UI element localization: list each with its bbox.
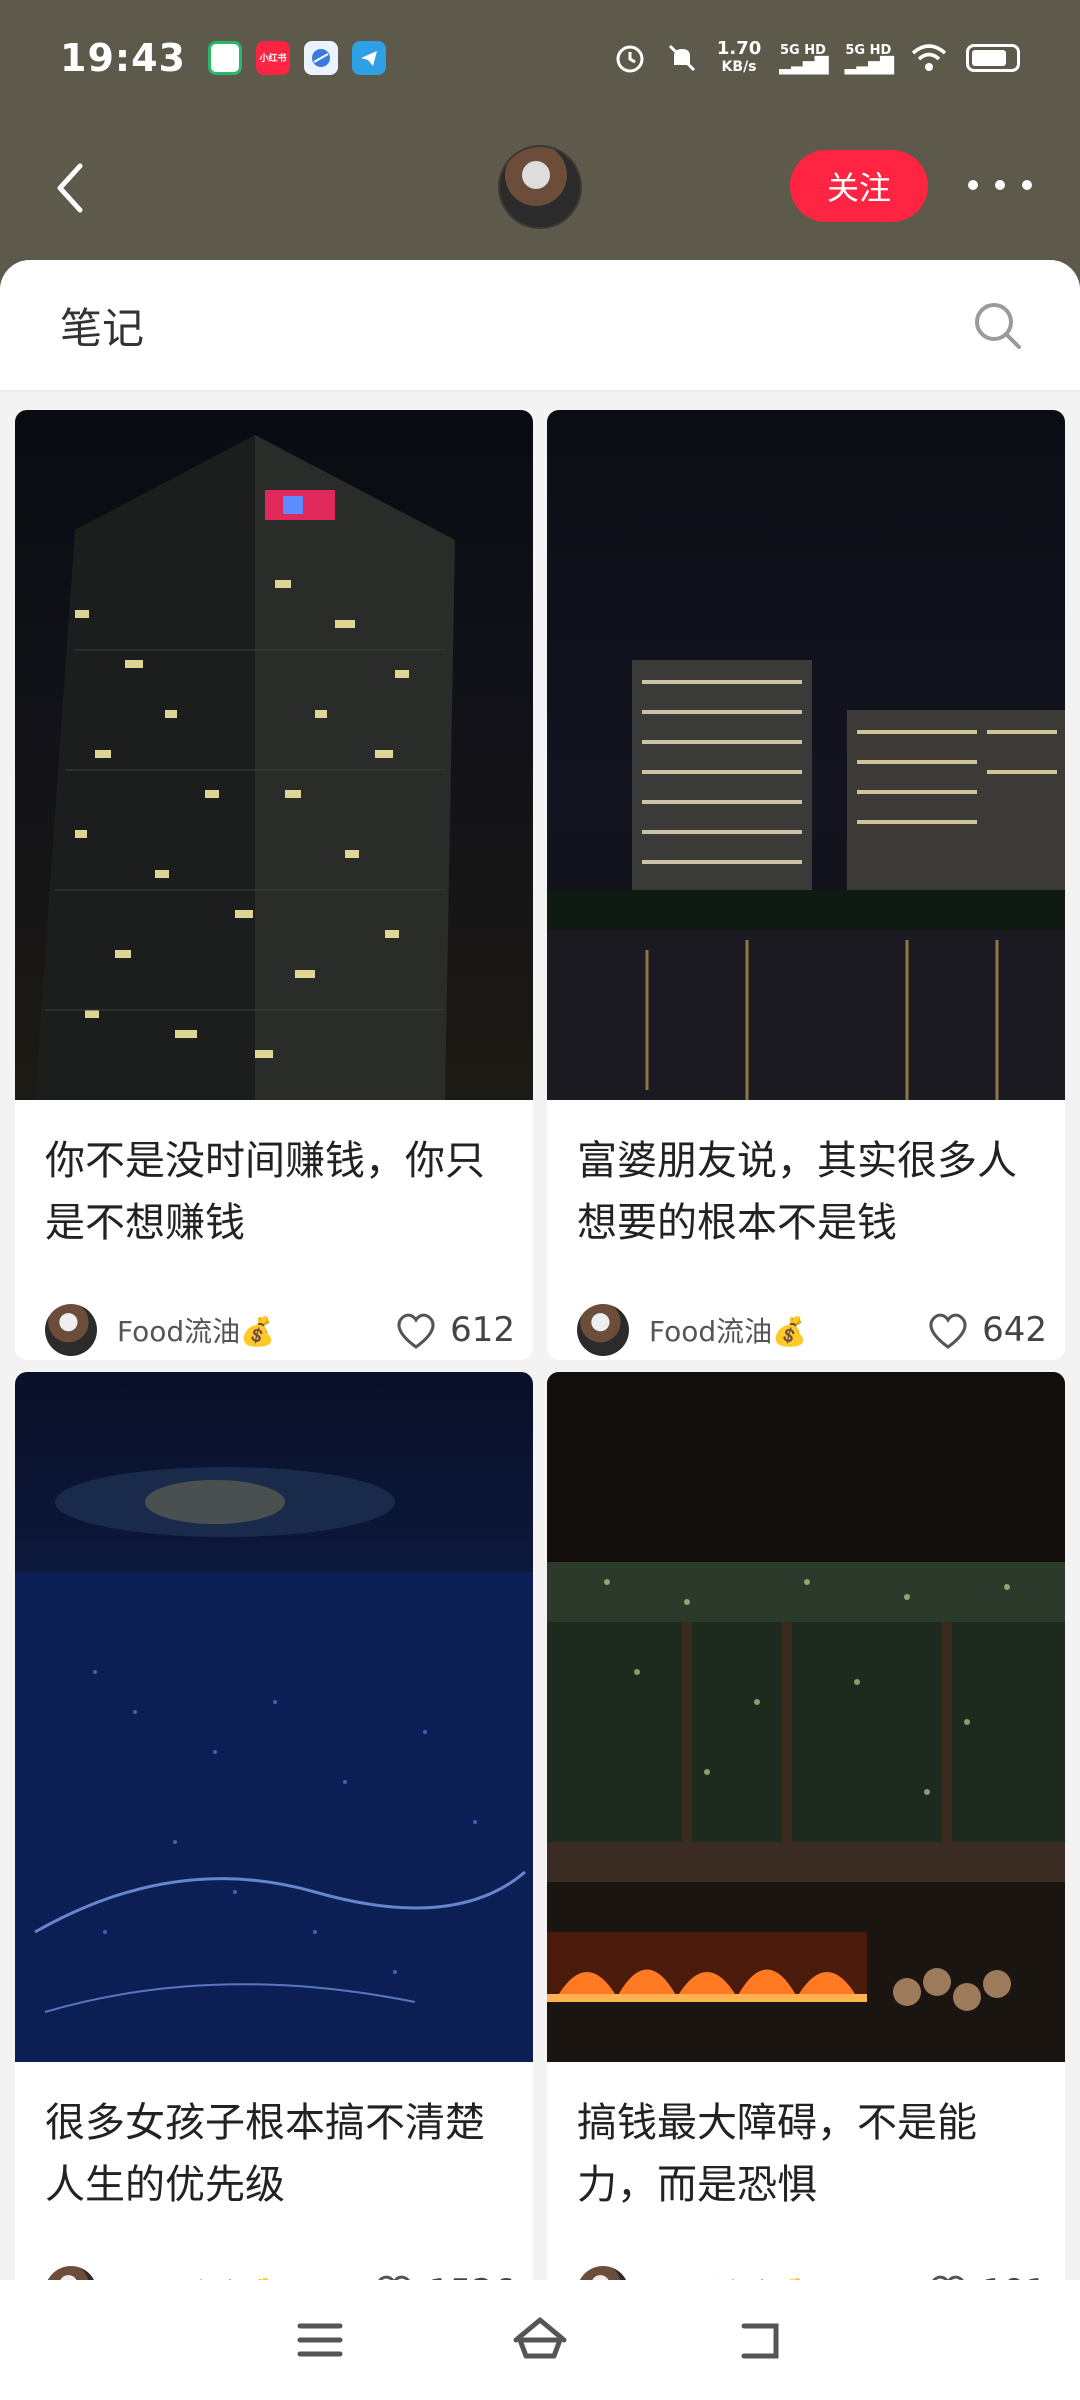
- nav-bar: 关注: [0, 130, 1080, 245]
- like-count: 612: [450, 1310, 515, 1350]
- note-meta: Food流油💰 642: [577, 1300, 1047, 1360]
- note-meta: Food流油💰 612: [45, 1300, 515, 1360]
- battery-icon: [966, 43, 1020, 72]
- notes-panel: 笔记 你不是没时间赚钱，你只是不想赚钱 Food流油💰 612 富婆朋友说，其实…: [0, 260, 1080, 2400]
- heart-icon[interactable]: [926, 1310, 970, 1350]
- back-icon[interactable]: [48, 158, 98, 218]
- browser-icon: [303, 40, 338, 75]
- network-speed-unit: KB/s: [721, 58, 757, 75]
- note-card[interactable]: 你不是没时间赚钱，你只是不想赚钱 Food流油💰 612: [15, 410, 533, 1360]
- network-speed: 1.70 KB/s: [716, 37, 762, 76]
- heart-icon[interactable]: [394, 1310, 438, 1350]
- panel-title: 笔记: [60, 303, 145, 353]
- like-count: 642: [982, 1310, 1047, 1350]
- note-title[interactable]: 搞钱最大障碍，不是能力，而是恐惧: [577, 2092, 1042, 2216]
- network-speed-value: 1.70: [716, 37, 762, 59]
- note-card[interactable]: 富婆朋友说，其实很多人想要的根本不是钱 Food流油💰 642: [547, 410, 1065, 1360]
- wifi-icon: [911, 43, 947, 71]
- note-title[interactable]: 很多女孩子根本搞不清楚人生的优先级: [45, 2092, 510, 2216]
- author-name[interactable]: Food流油💰: [649, 1310, 807, 1350]
- follow-button[interactable]: 关注: [790, 150, 928, 222]
- note-card[interactable]: 很多女孩子根本搞不清楚人生的优先级 Food流油💰 1526: [15, 1372, 533, 2322]
- note-image-riverside-night[interactable]: [547, 410, 1065, 1100]
- search-icon[interactable]: [972, 300, 1024, 352]
- note-image-building-night[interactable]: [15, 410, 533, 1100]
- note-title[interactable]: 富婆朋友说，其实很多人想要的根本不是钱: [577, 1130, 1042, 1254]
- xiaohongshu-icon-label: 小红书: [259, 54, 287, 64]
- author-name[interactable]: Food流油💰: [117, 1310, 275, 1350]
- signal-2: 5G HD ▂▃▅▇: [844, 42, 894, 75]
- menu-icon[interactable]: [290, 2310, 350, 2370]
- telegram-icon: [351, 40, 386, 75]
- like-button[interactable]: 642: [926, 1310, 1047, 1350]
- back-nav-icon[interactable]: [730, 2310, 790, 2370]
- xiaohongshu-icon: 小红书: [255, 40, 290, 75]
- like-button[interactable]: 612: [394, 1310, 515, 1350]
- alarm-icon: [616, 45, 644, 72]
- panel-header: 笔记: [0, 260, 1080, 392]
- note-image-city-view-blue[interactable]: [15, 1372, 533, 2062]
- status-app-icons: 小红书: [207, 40, 386, 75]
- status-right-area: 1.70 KB/s 5G HD ▂▃▅▇ 5G HD ▂▃▅▇: [613, 37, 1020, 76]
- author-avatar[interactable]: [45, 1304, 97, 1356]
- author-avatar[interactable]: [577, 1304, 629, 1356]
- wechat-like-icon: [207, 40, 242, 75]
- note-card[interactable]: 搞钱最大障碍，不是能力，而是恐惧 Food流油💰 191: [547, 1372, 1065, 2322]
- signal-1: 5G HD ▂▃▅▇: [779, 42, 828, 75]
- mute-icon: [668, 44, 695, 71]
- status-bar: 19:43 小红书 1.70 KB/s 5G HD ▂▃▅▇ 5G HD ▂▃▅…: [0, 0, 1080, 115]
- note-title[interactable]: 你不是没时间赚钱，你只是不想赚钱: [45, 1130, 510, 1254]
- bottom-nav: [0, 2280, 1080, 2400]
- note-image-fireplace-window[interactable]: [547, 1372, 1065, 2062]
- more-icon[interactable]: [968, 170, 1032, 200]
- profile-avatar[interactable]: [498, 145, 582, 229]
- page: 19:43 小红书 1.70 KB/s 5G HD ▂▃▅▇ 5G HD ▂▃▅…: [0, 0, 1080, 2400]
- home-icon[interactable]: [510, 2310, 570, 2370]
- status-time: 19:43: [60, 35, 186, 80]
